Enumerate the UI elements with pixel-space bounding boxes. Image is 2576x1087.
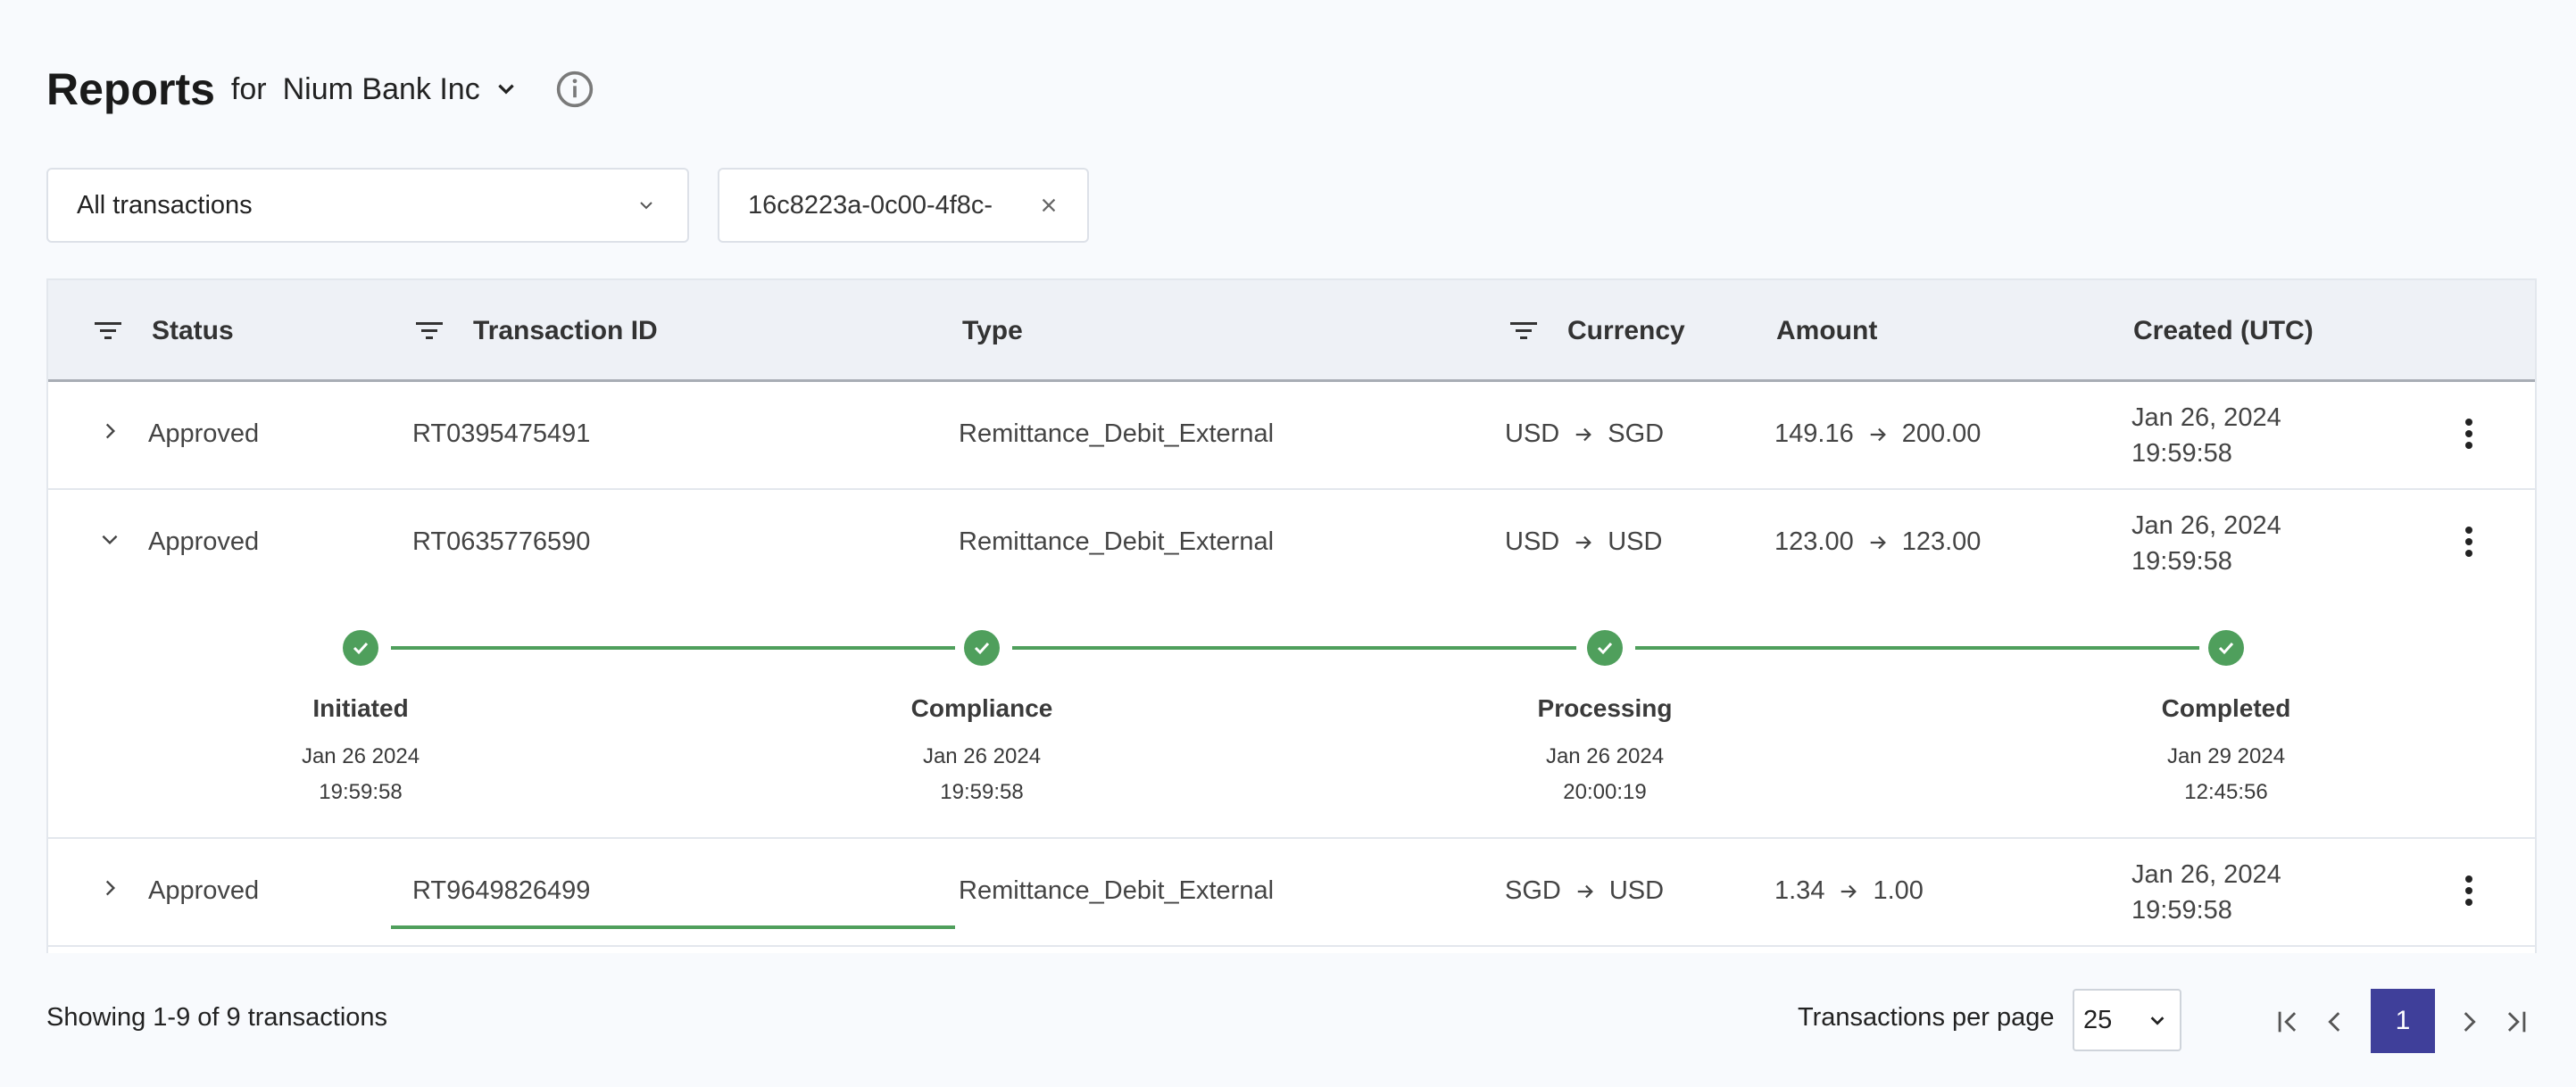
row-currency: SGD USD	[1505, 876, 1664, 906]
table-row-expanded[interactable]: Approved RT0635776590 Remittance_Debit_E…	[48, 490, 2535, 929]
first-page-icon	[2278, 1011, 2297, 1033]
page-header: Reports for Nium Bank Inc	[46, 55, 594, 123]
arrow-right-icon	[1868, 425, 1888, 444]
arrow-right-icon	[1839, 882, 1858, 901]
transaction-type-select[interactable]: All transactions	[46, 168, 689, 243]
column-created: Created (UTC)	[2133, 280, 2314, 382]
row-created: Jan 26, 2024 19:59:58	[2131, 400, 2281, 471]
column-status-label: Status	[152, 316, 234, 345]
row-status: Approved	[148, 419, 260, 448]
filter-icon[interactable]	[416, 320, 443, 342]
column-status: Status	[95, 280, 234, 382]
row-transaction-id: RT9649826499	[412, 876, 591, 905]
page-title: Reports	[46, 64, 215, 114]
next-page-button[interactable]	[2449, 991, 2489, 1053]
reports-page: Reports for Nium Bank Inc All transactio…	[0, 0, 2576, 1087]
chevron-down-icon	[497, 84, 514, 95]
entity-selector[interactable]: Nium Bank Inc	[267, 72, 518, 107]
row-amount: 149.16 200.00	[1774, 419, 1981, 449]
currency-to: USD	[1608, 876, 1665, 905]
currency-from: USD	[1505, 419, 1560, 448]
row-status: Approved	[148, 876, 260, 905]
column-type-label: Type	[962, 316, 1023, 345]
per-page-label: Transactions per page	[1798, 1003, 2055, 1032]
column-amount: Amount	[1776, 280, 1877, 382]
row-transaction-id: RT0395475491	[412, 419, 591, 448]
created-date: Jan 26, 2024	[2131, 403, 2281, 432]
last-page-button[interactable]	[2496, 991, 2535, 1053]
column-created-label: Created (UTC)	[2133, 316, 2314, 345]
column-transaction-id-label: Transaction ID	[473, 316, 658, 345]
row-amount: 1.34 1.00	[1774, 876, 1924, 906]
search-filter-chip[interactable]: 16c8223a-0c00-4f8c-	[718, 168, 1089, 243]
entity-name: Nium Bank Inc	[282, 71, 480, 106]
chevron-right-icon[interactable]	[98, 876, 121, 900]
filter-icon[interactable]	[1510, 320, 1537, 342]
chevron-down-icon	[2150, 1016, 2165, 1025]
table-row[interactable]: Approved RT9649826499 Remittance_Debit_E…	[48, 839, 2535, 947]
kebab-menu-icon[interactable]	[2464, 418, 2474, 450]
row-created: Jan 26, 2024 19:59:58	[2131, 857, 2281, 928]
search-chip-text: 16c8223a-0c00-4f8c-	[748, 190, 993, 220]
row-type: Remittance_Debit_External	[959, 419, 1275, 448]
page-1-button[interactable]: 1	[2371, 989, 2435, 1053]
table-row[interactable]: Approved RT0395475491 Remittance_Debit_E…	[48, 382, 2535, 490]
column-transaction-id: Transaction ID	[416, 280, 658, 382]
amount-to: 1.00	[1873, 876, 1924, 905]
chevron-right-icon	[2464, 1012, 2476, 1032]
column-amount-label: Amount	[1776, 316, 1878, 345]
column-currency-label: Currency	[1567, 316, 1685, 345]
created-date: Jan 26, 2024	[2131, 860, 2281, 889]
transaction-type-value: All transactions	[77, 190, 253, 220]
column-type: Type	[962, 280, 1023, 382]
status-timeline	[48, 490, 2535, 929]
per-page-value: 25	[2083, 1005, 2113, 1034]
arrow-right-icon	[1574, 425, 1593, 444]
last-page-icon	[2507, 1011, 2526, 1033]
row-currency: USD SGD	[1505, 419, 1664, 449]
created-time: 19:59:58	[2131, 896, 2232, 925]
for-label: for	[230, 71, 267, 106]
results-count: Showing 1-9 of 9 transactions	[46, 1003, 388, 1032]
kebab-menu-icon[interactable]	[2464, 875, 2474, 907]
created-time: 19:59:58	[2131, 439, 2232, 468]
chevron-left-icon	[2328, 1012, 2340, 1032]
transactions-table: Status Transaction ID Type Currency Amou…	[46, 278, 2537, 953]
row-type: Remittance_Debit_External	[959, 876, 1275, 905]
currency-from: SGD	[1505, 876, 1561, 905]
filter-icon[interactable]	[95, 320, 121, 342]
table-header: Status Transaction ID Type Currency Amou…	[48, 280, 2535, 382]
amount-from: 1.34	[1774, 876, 1825, 905]
info-icon[interactable]	[555, 70, 594, 109]
chevron-down-icon	[640, 202, 652, 210]
amount-to: 200.00	[1901, 419, 1982, 448]
currency-to: SGD	[1608, 419, 1665, 448]
chevron-right-icon[interactable]	[98, 419, 121, 443]
first-page-button[interactable]	[2269, 991, 2308, 1053]
previous-page-button[interactable]	[2315, 991, 2355, 1053]
column-currency: Currency	[1510, 280, 1685, 382]
arrow-right-icon	[1575, 882, 1595, 901]
per-page-select[interactable]: 25	[2073, 989, 2181, 1051]
amount-from: 149.16	[1774, 419, 1854, 448]
close-icon[interactable]	[1039, 195, 1059, 215]
